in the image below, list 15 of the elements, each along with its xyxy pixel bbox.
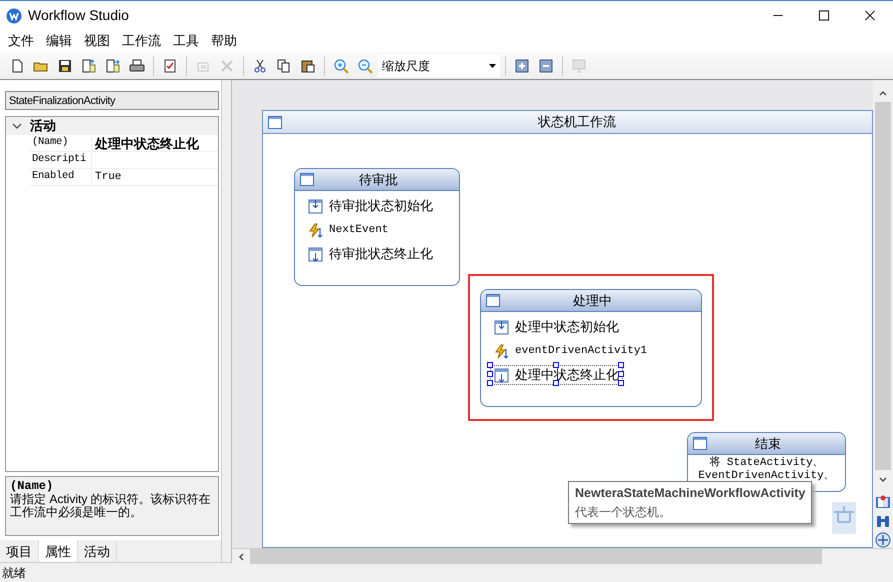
workflow-title: 状态机工作流 — [536, 113, 617, 132]
description-title: (Name) — [10, 479, 54, 493]
state-description: EventDrivenActivity、 — [697, 470, 836, 483]
window-title: Workflow Studio — [28, 6, 129, 25]
property-name: Enabled — [30, 169, 92, 185]
category-label: 活动 — [30, 117, 56, 136]
status-text: 就绪 — [2, 564, 26, 582]
state-description: 将 StateActivity、 — [708, 457, 825, 470]
state-title: 处理中 — [572, 292, 613, 310]
state-title: 结束 — [754, 434, 782, 453]
state-title: 待审批 — [358, 170, 399, 189]
property-name: (Name) — [30, 135, 92, 151]
description-text: 请指定 Activity 的标识符。该标识符在工作流中必须是唯一的。 — [10, 493, 212, 519]
tooltip-text: 代表一个状态机。 — [575, 504, 672, 521]
property-name: Descripti — [30, 152, 92, 168]
